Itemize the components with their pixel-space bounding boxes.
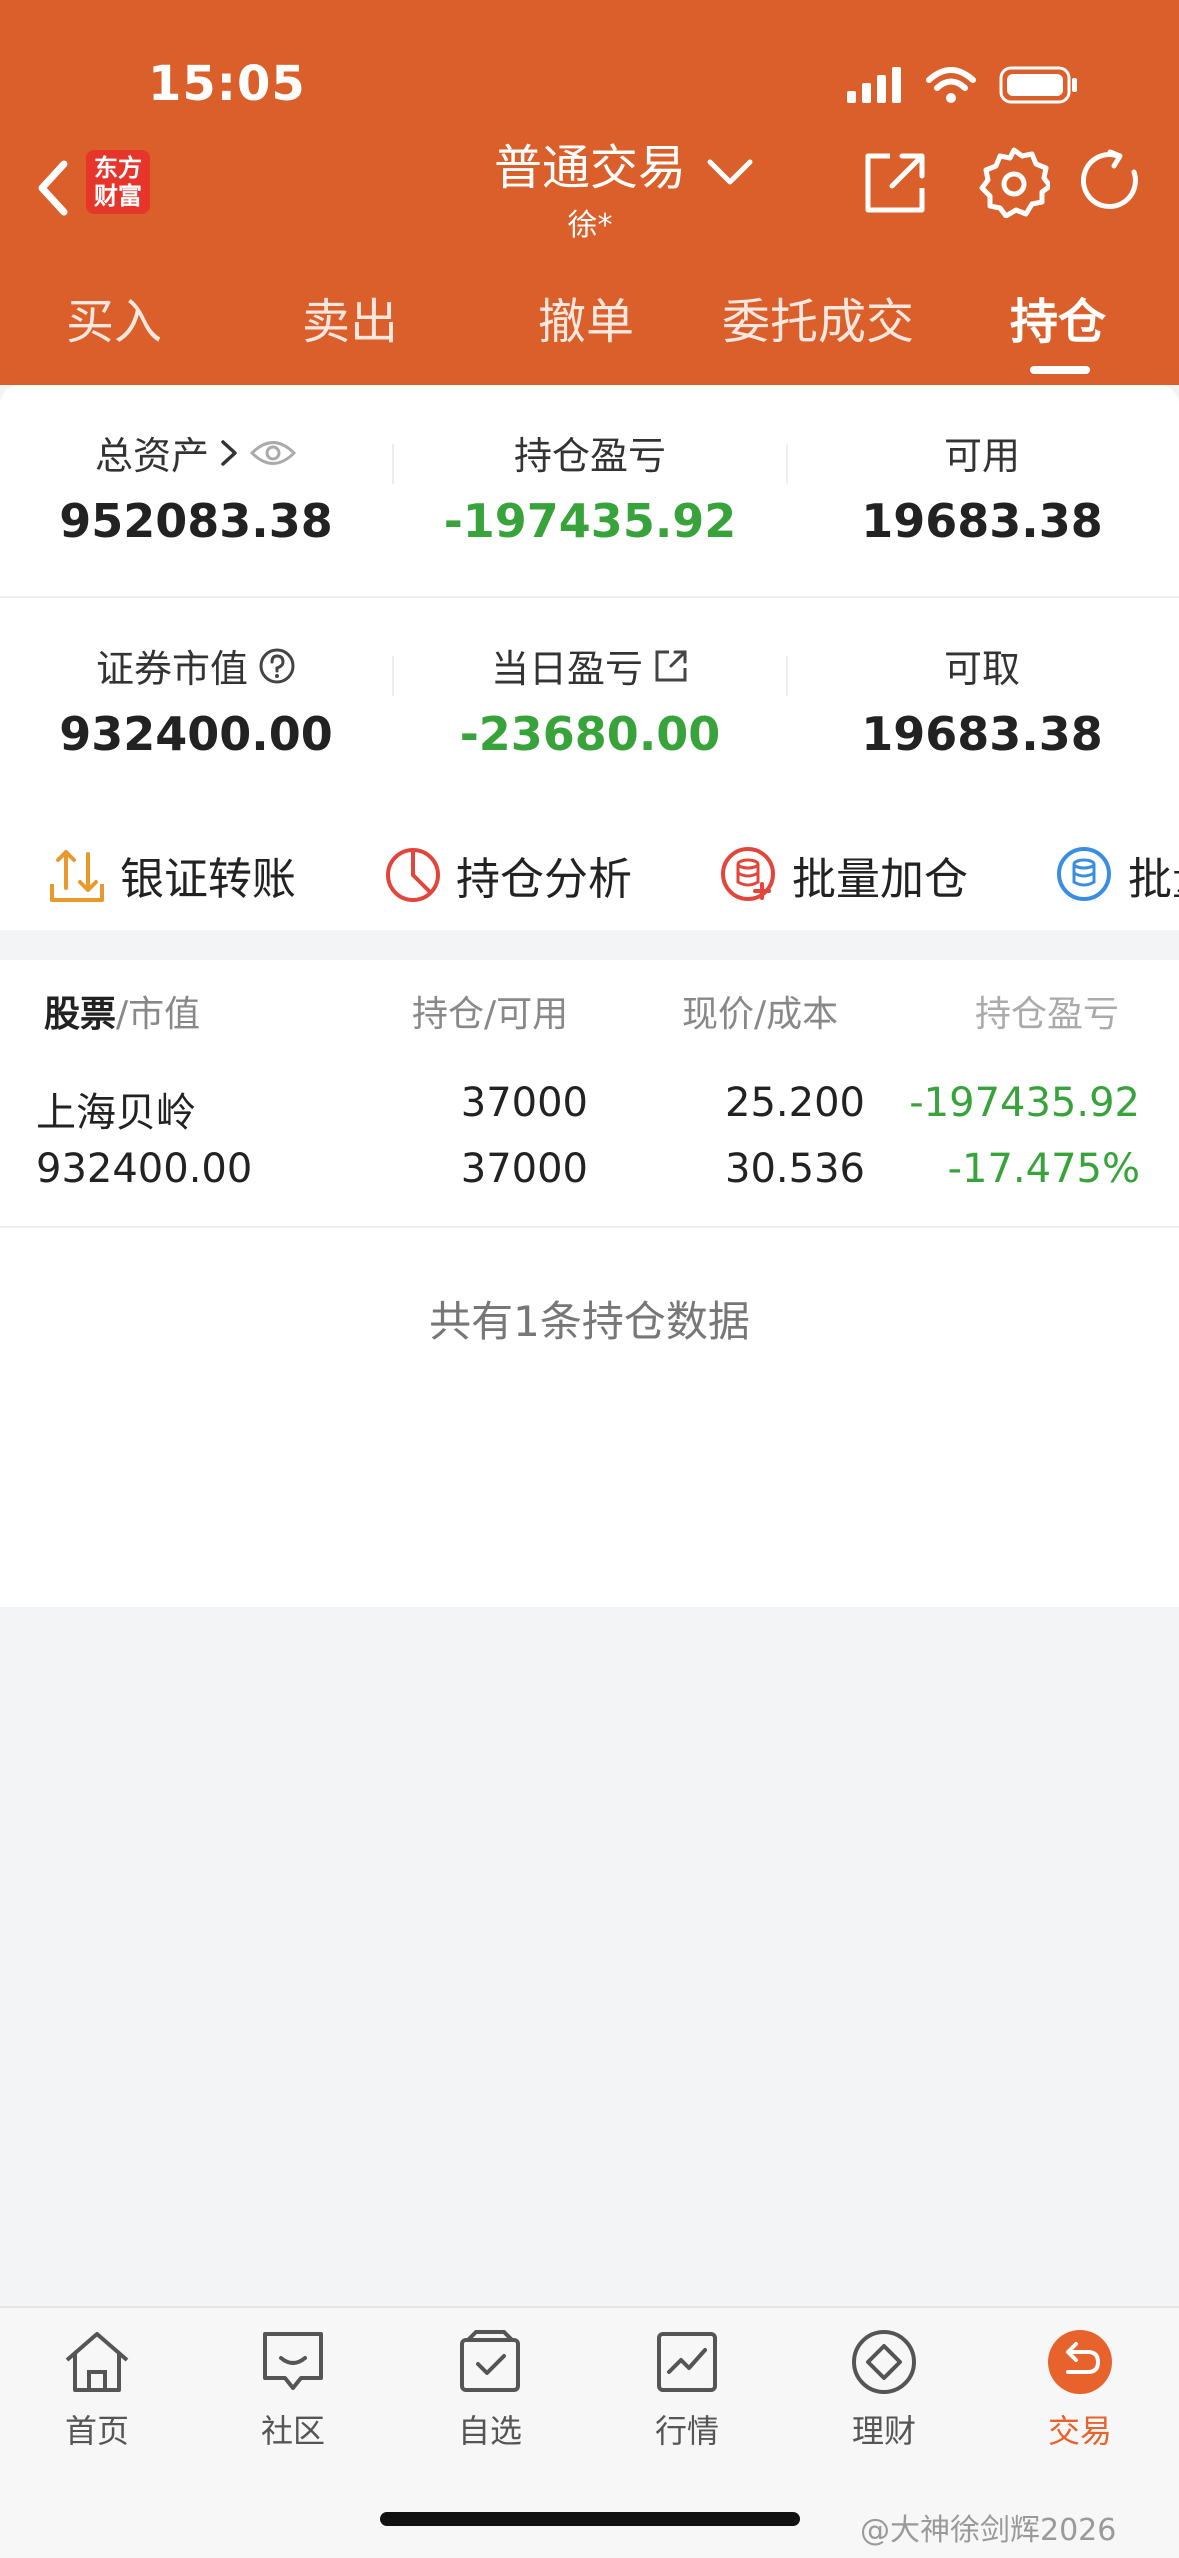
total-assets[interactable]: 总资产 952083.38 bbox=[26, 425, 366, 548]
nav-community[interactable]: 社区 bbox=[223, 2328, 363, 2452]
gear-icon[interactable] bbox=[978, 146, 1050, 218]
market-value: 证券市值 932400.00 bbox=[26, 638, 366, 761]
trade-icon bbox=[1048, 2330, 1112, 2394]
divider bbox=[0, 596, 1179, 598]
nav-trade[interactable]: 交易 bbox=[1010, 2328, 1150, 2452]
back-icon[interactable] bbox=[26, 148, 86, 228]
stock-name: 上海贝岭 bbox=[36, 1090, 196, 1136]
available-label: 可用 bbox=[943, 434, 1020, 478]
quick-action-batch-add[interactable]: 批量加仓 bbox=[718, 840, 968, 910]
watchlist-icon bbox=[460, 2330, 520, 2392]
chevron-down-icon[interactable] bbox=[706, 148, 754, 196]
watermark: @大神徐剑辉2026 bbox=[860, 2513, 1117, 2548]
total-assets-value: 952083.38 bbox=[59, 494, 333, 548]
stock-market-value: 932400.00 bbox=[36, 1146, 253, 1192]
nav-home[interactable]: 首页 bbox=[27, 2328, 167, 2452]
batch-add-icon bbox=[721, 847, 775, 901]
market-value-value: 932400.00 bbox=[59, 707, 333, 761]
column-header-pnl: 持仓盈亏 bbox=[975, 994, 1120, 1035]
quick-action-analysis[interactable]: 持仓分析 bbox=[382, 840, 632, 910]
home-icon bbox=[65, 2332, 129, 2392]
quick-action-label: 批量加仓 bbox=[792, 854, 968, 905]
holding-qty: 37000 bbox=[460, 1080, 588, 1126]
quick-action-batch[interactable]: 批量 bbox=[1054, 840, 1179, 910]
tab-sell[interactable]: 卖出 bbox=[302, 282, 398, 352]
withdrawable-value: 19683.38 bbox=[861, 707, 1103, 761]
position-pnl-amount: -197435.92 bbox=[909, 1080, 1140, 1126]
section-gap bbox=[0, 930, 1179, 960]
brand-logo: 东方 财富 bbox=[86, 150, 150, 214]
transfer-icon bbox=[50, 850, 104, 902]
cost-price: 30.536 bbox=[725, 1146, 865, 1192]
total-assets-label: 总资产 bbox=[94, 434, 209, 478]
divider bbox=[392, 656, 394, 696]
tab-cancel[interactable]: 撤单 bbox=[538, 282, 634, 352]
market-value-label: 证券市值 bbox=[95, 647, 248, 691]
tab-buy[interactable]: 买入 bbox=[66, 282, 162, 352]
quick-action-label: 银证转账 bbox=[120, 854, 296, 905]
external-link-icon bbox=[655, 650, 687, 681]
status-time: 15:05 bbox=[148, 56, 306, 112]
app-header: 15:05 东方 财富 普通交易 徐* 买入 卖出 撤单 委托成交 持仓 bbox=[0, 0, 1179, 385]
column-header-stock: 股票/市值 bbox=[44, 994, 201, 1035]
eye-icon[interactable] bbox=[249, 438, 297, 468]
signal-icon bbox=[847, 67, 901, 103]
divider bbox=[786, 656, 788, 696]
daily-pnl-value: -23680.00 bbox=[459, 707, 721, 761]
withdrawable-funds: 可取 19683.38 bbox=[812, 638, 1152, 761]
home-indicator bbox=[380, 2512, 800, 2526]
available-value: 19683.38 bbox=[861, 494, 1103, 548]
divider bbox=[786, 444, 788, 484]
account-switcher[interactable]: 普通交易 徐* bbox=[480, 128, 700, 244]
positions-count-note: 共有1条持仓数据 bbox=[429, 1297, 750, 1346]
position-pnl: 持仓盈亏 -197435.92 bbox=[420, 425, 760, 548]
help-icon[interactable] bbox=[258, 647, 296, 685]
daily-pnl-label: 当日盈亏 bbox=[490, 647, 643, 691]
column-header-holding: 持仓/可用 bbox=[412, 994, 569, 1035]
quick-action-label: 批量 bbox=[1128, 854, 1179, 905]
available-funds: 可用 19683.38 bbox=[812, 425, 1152, 548]
share-icon[interactable] bbox=[862, 150, 928, 216]
wifi-icon bbox=[926, 67, 976, 103]
quick-action-label: 持仓分析 bbox=[456, 854, 632, 905]
position-pnl-label: 持仓盈亏 bbox=[513, 434, 666, 478]
column-header-price: 现价/成本 bbox=[682, 994, 839, 1035]
trade-tabs: 买入 卖出 撤单 委托成交 持仓 bbox=[0, 282, 1179, 352]
batch-icon bbox=[1057, 847, 1111, 901]
pie-chart-icon bbox=[386, 848, 440, 902]
battery-icon bbox=[999, 66, 1077, 104]
daily-pnl[interactable]: 当日盈亏 -23680.00 bbox=[420, 638, 760, 761]
divider bbox=[0, 1226, 1179, 1228]
active-tab-indicator bbox=[1030, 366, 1090, 374]
trend-chart-icon bbox=[657, 2332, 717, 2392]
chevron-right-icon bbox=[221, 439, 237, 466]
position-pnl-percent: -17.475% bbox=[947, 1146, 1140, 1192]
available-qty: 37000 bbox=[460, 1146, 588, 1192]
account-name: 徐* bbox=[567, 208, 613, 243]
status-icons bbox=[847, 66, 1079, 104]
divider bbox=[392, 444, 394, 484]
chat-icon bbox=[263, 2332, 323, 2390]
nav-watchlist[interactable]: 自选 bbox=[420, 2328, 560, 2452]
page-title: 普通交易 bbox=[493, 140, 686, 196]
current-price: 25.200 bbox=[725, 1080, 865, 1126]
tab-positions[interactable]: 持仓 bbox=[1010, 282, 1106, 352]
tab-orders[interactable]: 委托成交 bbox=[722, 282, 914, 352]
quick-action-transfer[interactable]: 银证转账 bbox=[46, 840, 296, 910]
position-pnl-value: -197435.92 bbox=[443, 494, 737, 548]
diamond-icon bbox=[852, 2330, 916, 2394]
refresh-icon[interactable] bbox=[1078, 148, 1146, 216]
withdrawable-label: 可取 bbox=[943, 647, 1020, 691]
nav-market[interactable]: 行情 bbox=[617, 2328, 757, 2452]
nav-wealth[interactable]: 理财 bbox=[814, 2328, 954, 2452]
